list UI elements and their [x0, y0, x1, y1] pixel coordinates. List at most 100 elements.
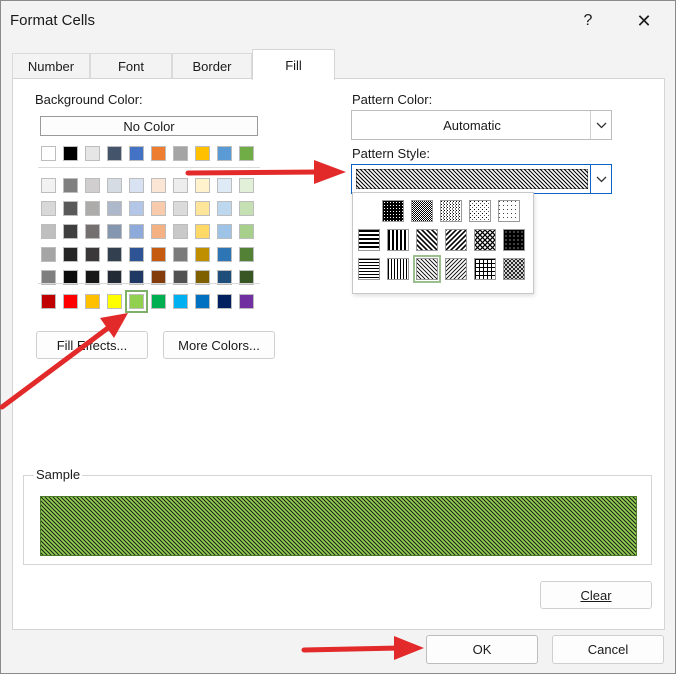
color-swatch[interactable]: [125, 290, 148, 313]
color-swatch[interactable]: [129, 146, 144, 161]
pattern-thin-vertical-stripe[interactable]: [387, 258, 409, 280]
color-swatch[interactable]: [63, 178, 78, 193]
color-swatch[interactable]: [41, 247, 56, 262]
color-swatch[interactable]: [195, 201, 210, 216]
color-swatch[interactable]: [173, 294, 188, 309]
color-swatch[interactable]: [41, 294, 56, 309]
color-swatch[interactable]: [239, 294, 254, 309]
no-color-button[interactable]: No Color: [40, 116, 258, 136]
pattern-color-dropdown[interactable]: Automatic: [351, 110, 612, 140]
pattern-6-gray[interactable]: [498, 200, 520, 222]
separator: [38, 167, 260, 168]
color-swatch[interactable]: [239, 201, 254, 216]
color-swatch[interactable]: [41, 201, 56, 216]
color-swatch[interactable]: [217, 201, 232, 216]
color-swatch[interactable]: [41, 224, 56, 239]
chevron-down-icon[interactable]: [590, 111, 611, 139]
help-button[interactable]: ?: [565, 5, 611, 37]
color-swatch[interactable]: [239, 146, 254, 161]
color-swatch[interactable]: [239, 178, 254, 193]
color-swatch[interactable]: [195, 224, 210, 239]
fill-effects-button[interactable]: Fill Effects...: [36, 331, 148, 359]
pattern-horizontal-stripe[interactable]: [358, 229, 380, 251]
sample-preview: [40, 496, 637, 556]
color-swatch[interactable]: [217, 146, 232, 161]
color-swatch[interactable]: [63, 294, 78, 309]
ok-label: OK: [472, 642, 492, 657]
pattern-thin-diagonal-stripe[interactable]: [445, 258, 467, 280]
pattern-diagonal-crosshatch[interactable]: [474, 229, 496, 251]
pattern-reverse-diagonal-stripe[interactable]: [416, 229, 438, 251]
pattern-50-gray[interactable]: [411, 200, 433, 222]
color-swatch[interactable]: [173, 224, 188, 239]
color-swatch[interactable]: [195, 178, 210, 193]
color-swatch[interactable]: [151, 201, 166, 216]
pattern-25-gray[interactable]: [440, 200, 462, 222]
pattern-12-gray[interactable]: [469, 200, 491, 222]
color-swatch[interactable]: [217, 294, 232, 309]
pattern-style-dropdown[interactable]: [351, 164, 612, 194]
color-swatch[interactable]: [85, 224, 100, 239]
color-swatch[interactable]: [129, 247, 144, 262]
more-colors-button[interactable]: More Colors...: [163, 331, 275, 359]
color-swatch[interactable]: [85, 178, 100, 193]
color-swatch[interactable]: [63, 247, 78, 262]
pattern-vertical-stripe[interactable]: [387, 229, 409, 251]
color-swatch[interactable]: [63, 146, 78, 161]
pattern-thin-diagonal-crosshatch[interactable]: [503, 258, 525, 280]
color-swatch[interactable]: [107, 224, 122, 239]
color-swatch[interactable]: [129, 178, 144, 193]
color-swatch[interactable]: [41, 178, 56, 193]
color-swatch[interactable]: [107, 247, 122, 262]
color-swatch[interactable]: [107, 146, 122, 161]
color-swatch[interactable]: [129, 201, 144, 216]
color-swatch[interactable]: [151, 178, 166, 193]
color-swatch[interactable]: [239, 247, 254, 262]
color-swatch[interactable]: [151, 224, 166, 239]
color-swatch[interactable]: [239, 224, 254, 239]
color-swatch[interactable]: [195, 247, 210, 262]
color-swatch[interactable]: [85, 201, 100, 216]
color-swatch[interactable]: [173, 146, 188, 161]
color-swatch[interactable]: [173, 247, 188, 262]
tab-font[interactable]: Font: [90, 53, 172, 79]
tab-fill[interactable]: Fill: [252, 49, 335, 80]
color-swatch[interactable]: [217, 247, 232, 262]
color-swatch[interactable]: [85, 294, 100, 309]
help-icon: ?: [583, 12, 593, 29]
pattern-thick-diagonal-crosshatch[interactable]: [503, 229, 525, 251]
color-swatch[interactable]: [63, 224, 78, 239]
color-swatch[interactable]: [217, 224, 232, 239]
color-swatch[interactable]: [107, 178, 122, 193]
color-swatch[interactable]: [41, 146, 56, 161]
color-swatch[interactable]: [129, 224, 144, 239]
chevron-down-icon[interactable]: [590, 165, 611, 193]
color-swatch[interactable]: [195, 146, 210, 161]
pattern-diagonal-stripe[interactable]: [445, 229, 467, 251]
tab-number[interactable]: Number: [12, 53, 90, 79]
color-swatch[interactable]: [107, 201, 122, 216]
cancel-button[interactable]: Cancel: [552, 635, 664, 664]
color-swatch[interactable]: [173, 201, 188, 216]
color-swatch[interactable]: [151, 294, 166, 309]
pattern-thin-horizontal-stripe[interactable]: [358, 258, 380, 280]
sample-group: Sample: [23, 467, 652, 565]
clear-button[interactable]: Clear: [540, 581, 652, 609]
pattern-thin-horizontal-crosshatch[interactable]: [474, 258, 496, 280]
color-swatch[interactable]: [107, 294, 122, 309]
pattern-75-gray[interactable]: [382, 200, 404, 222]
color-swatch[interactable]: [85, 247, 100, 262]
color-swatch[interactable]: [151, 146, 166, 161]
color-swatch[interactable]: [63, 201, 78, 216]
ok-button[interactable]: OK: [426, 635, 538, 664]
pattern-thin-reverse-diagonal-stripe[interactable]: [413, 255, 441, 283]
color-swatch[interactable]: [85, 146, 100, 161]
color-swatch[interactable]: [173, 178, 188, 193]
more-colors-label: More Colors...: [178, 337, 260, 353]
tab-border[interactable]: Border: [172, 53, 252, 79]
color-swatch[interactable]: [151, 247, 166, 262]
color-swatch[interactable]: [217, 178, 232, 193]
tab-label: Font: [117, 59, 144, 74]
color-swatch[interactable]: [195, 294, 210, 309]
close-button[interactable]: ✕: [621, 5, 667, 37]
